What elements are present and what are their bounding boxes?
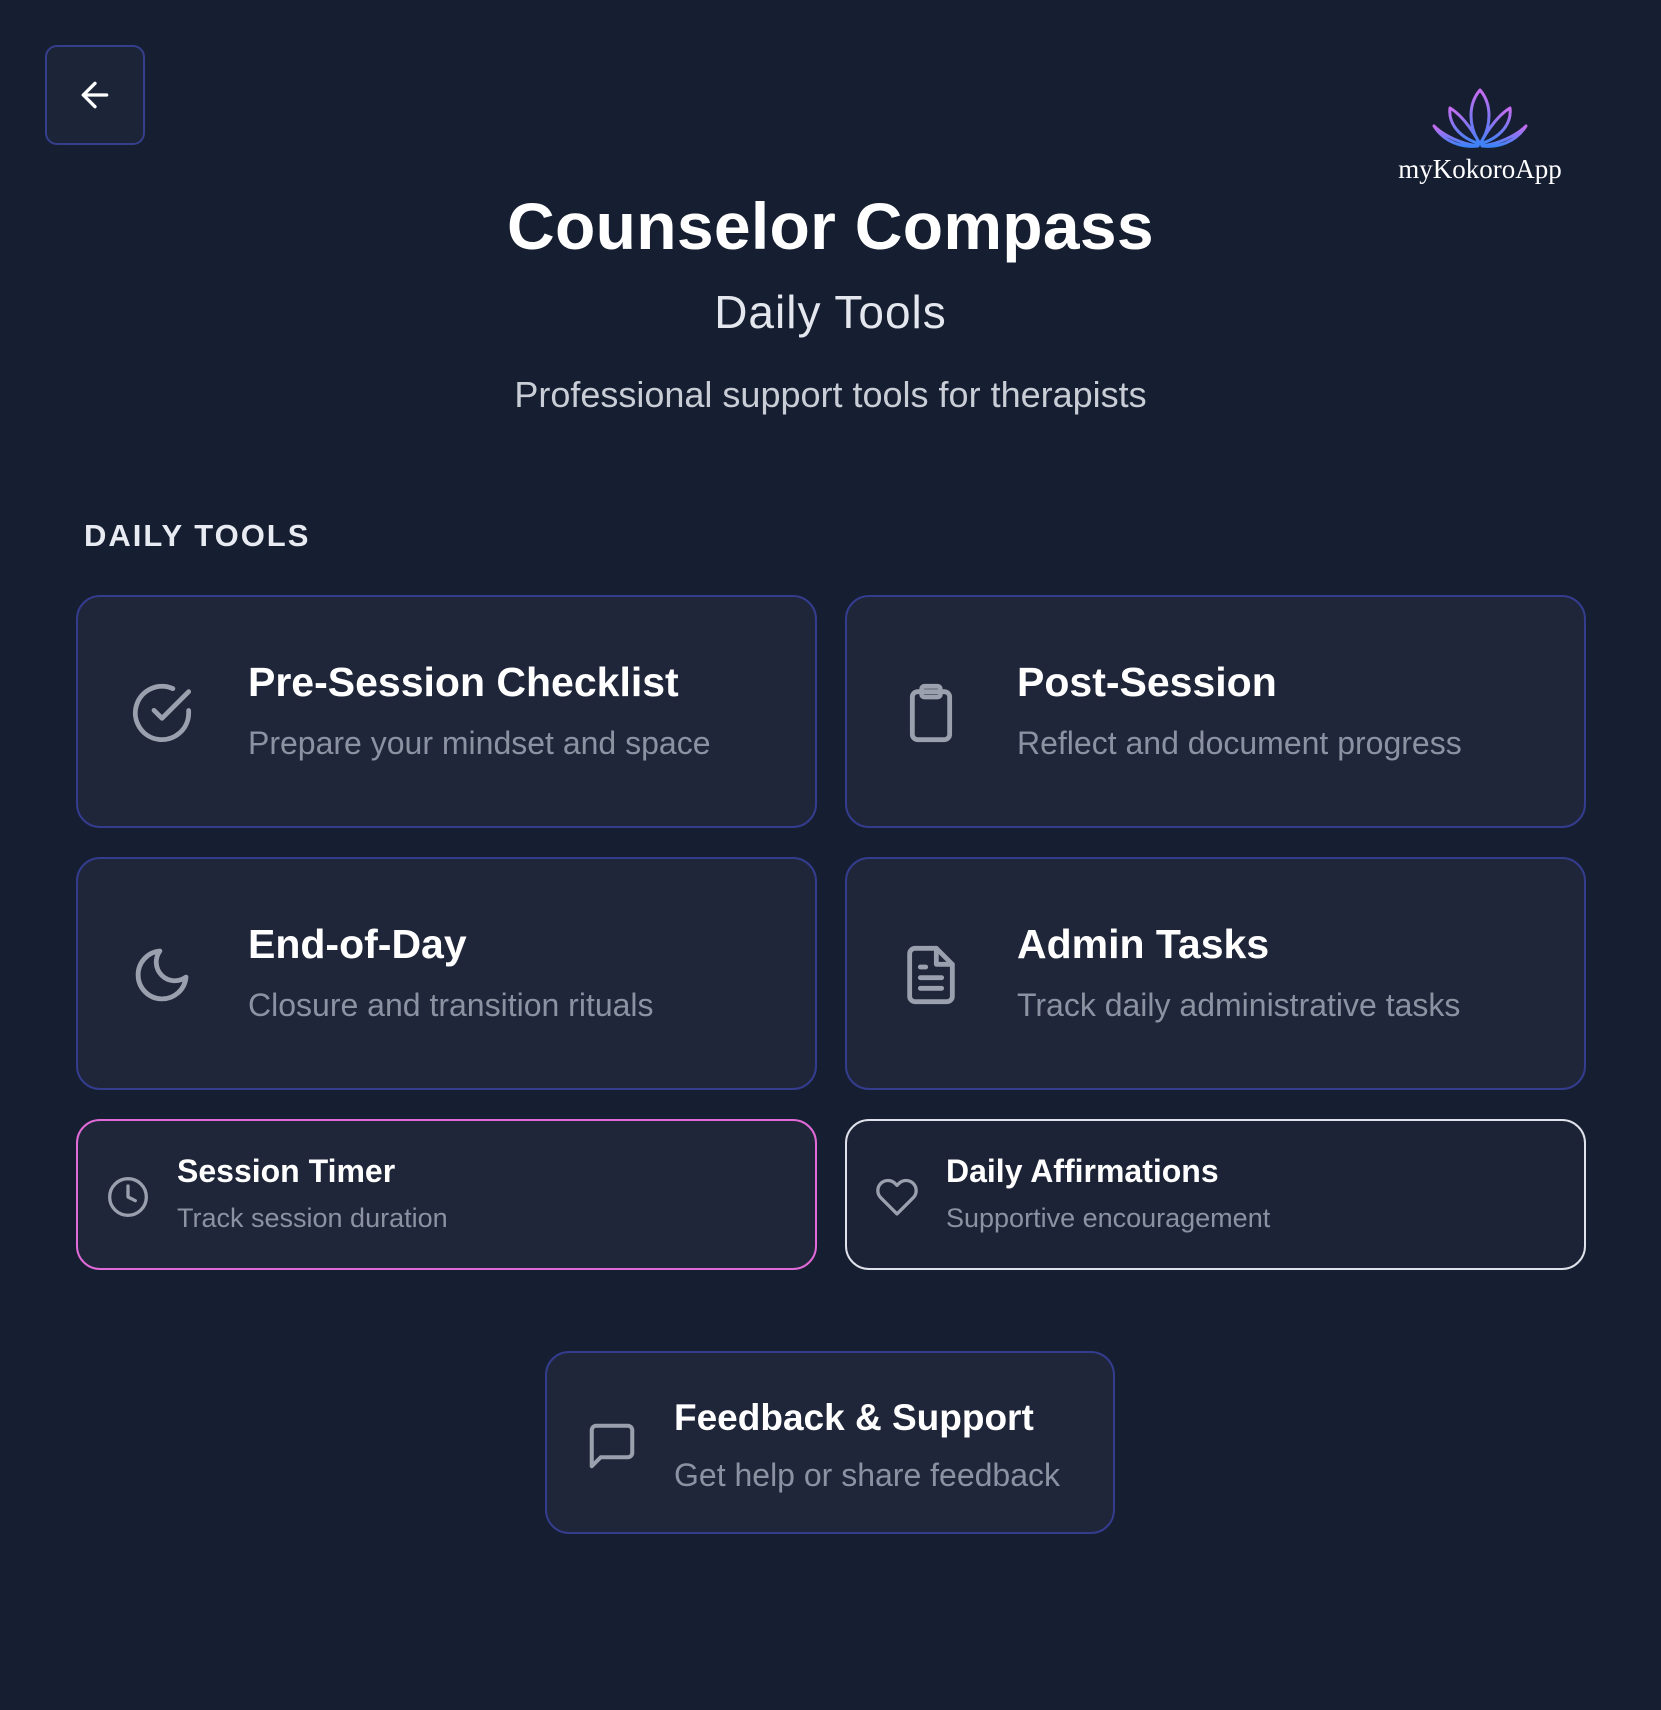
arrow-left-icon <box>75 75 115 115</box>
pre-session-checklist-card[interactable]: Pre-Session Checklist Prepare your minds… <box>76 595 817 828</box>
card-description: Closure and transition rituals <box>248 987 654 1023</box>
daily-affirmations-card[interactable]: Daily Affirmations Supportive encouragem… <box>845 1119 1586 1270</box>
card-title: Pre-Session Checklist <box>248 659 679 705</box>
card-title: Post-Session <box>1017 659 1277 705</box>
page-subtitle: Daily Tools <box>714 286 947 338</box>
chat-bubble-icon <box>585 1419 639 1473</box>
card-title: End-of-Day <box>248 921 467 967</box>
clipboard-icon <box>899 681 963 745</box>
card-title: Feedback & Support <box>674 1397 1034 1438</box>
clock-icon <box>106 1175 150 1219</box>
document-icon <box>899 943 963 1007</box>
section-label: DAILY TOOLS <box>84 518 311 553</box>
card-description: Prepare your mindset and space <box>248 725 711 761</box>
moon-icon <box>130 943 194 1007</box>
card-description: Track session duration <box>177 1203 448 1233</box>
back-button[interactable] <box>45 45 145 145</box>
card-title: Admin Tasks <box>1017 921 1270 967</box>
session-timer-card[interactable]: Session Timer Track session duration <box>76 1119 817 1270</box>
page-tagline: Professional support tools for therapist… <box>514 374 1147 415</box>
logo: myKokoroApp <box>1390 86 1570 185</box>
card-title: Session Timer <box>177 1153 396 1189</box>
admin-tasks-card[interactable]: Admin Tasks Track daily administrative t… <box>845 857 1586 1090</box>
card-description: Get help or share feedback <box>674 1457 1061 1493</box>
lotus-icon <box>1430 86 1530 152</box>
card-description: Supportive encouragement <box>946 1203 1271 1233</box>
card-description: Reflect and document progress <box>1017 725 1462 761</box>
page-title: Counselor Compass <box>507 189 1154 263</box>
heart-icon <box>875 1175 919 1219</box>
end-of-day-card[interactable]: End-of-Day Closure and transition ritual… <box>76 857 817 1090</box>
check-circle-icon <box>130 681 194 745</box>
card-description: Track daily administrative tasks <box>1017 987 1461 1023</box>
post-session-card[interactable]: Post-Session Reflect and document progre… <box>845 595 1586 828</box>
card-title: Daily Affirmations <box>946 1153 1219 1189</box>
logo-text: myKokoroApp <box>1398 154 1562 184</box>
feedback-support-card[interactable]: Feedback & Support Get help or share fee… <box>545 1351 1115 1534</box>
